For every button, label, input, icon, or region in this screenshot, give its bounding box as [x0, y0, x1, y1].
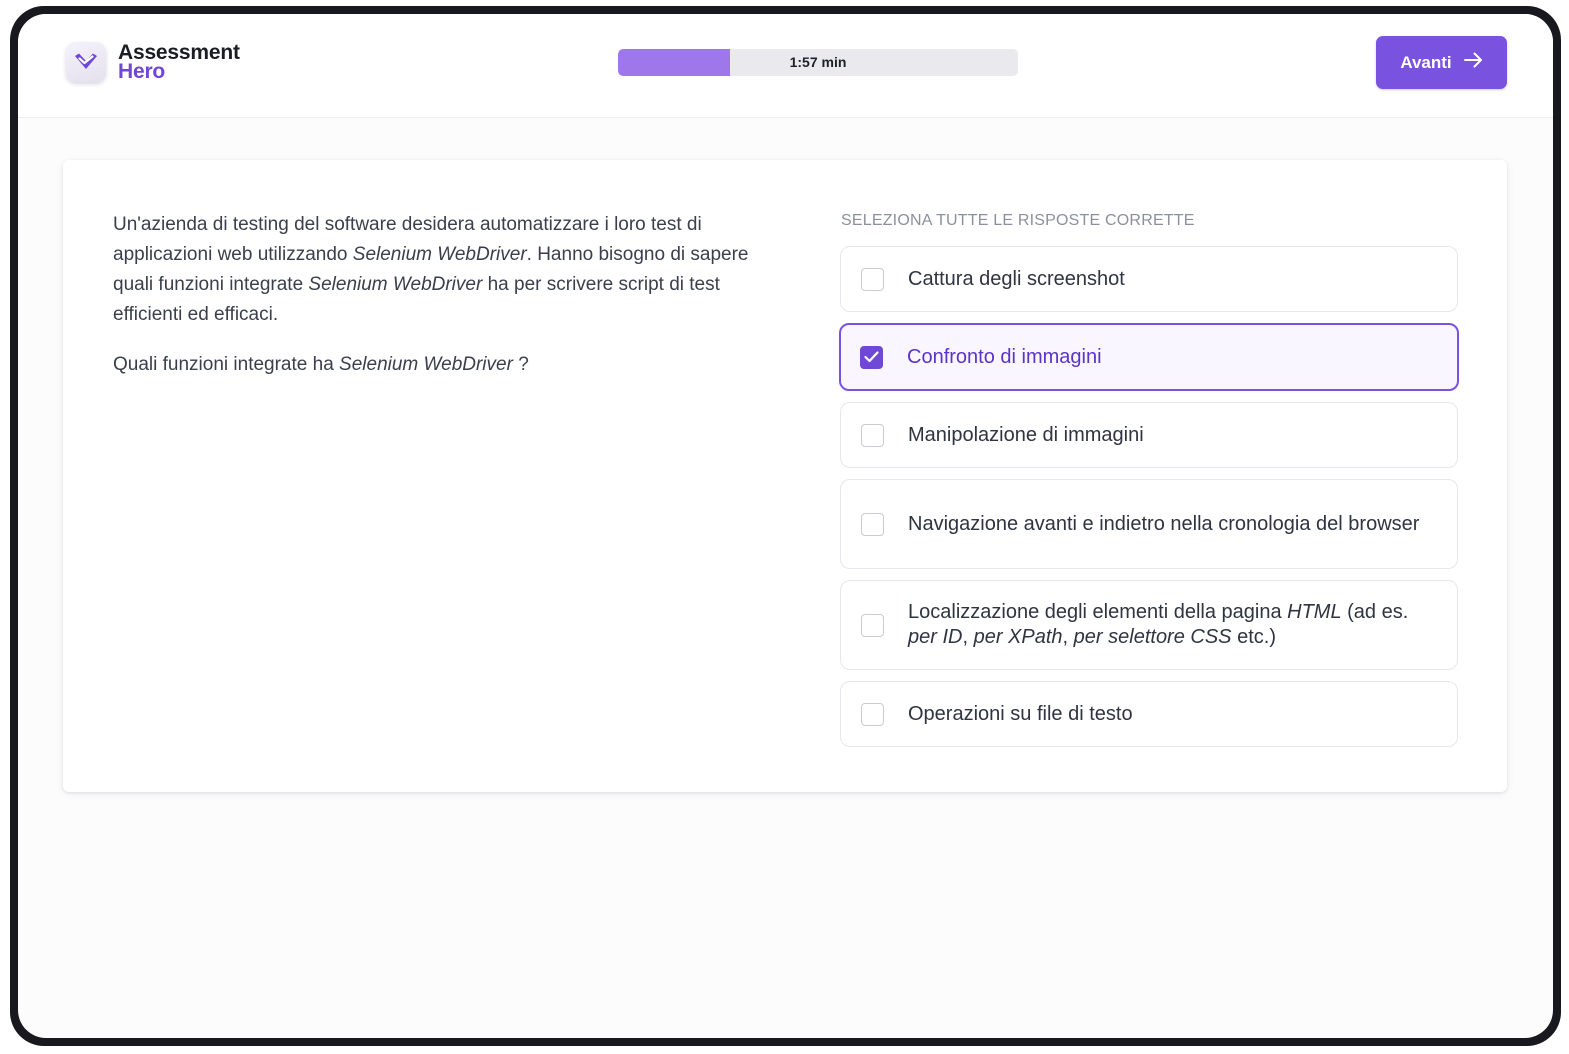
arrow-right-icon: [1463, 52, 1483, 73]
next-button-label: Avanti: [1400, 52, 1452, 72]
checkmark-icon: [864, 351, 879, 363]
answer-option-6[interactable]: Operazioni su file di testo: [840, 681, 1458, 747]
timer-progress-bar: 1:57 min: [618, 49, 1018, 76]
checkbox[interactable]: [861, 613, 884, 637]
checkbox[interactable]: [861, 267, 884, 291]
device-frame: Assessment Hero 1:57 min Avanti Un'azien: [10, 6, 1561, 1046]
checkbox[interactable]: [861, 512, 884, 536]
checkbox[interactable]: [861, 423, 884, 447]
question-prompt: Quali funzioni integrate ha Selenium Web…: [113, 354, 529, 375]
question-paragraph: Un'azienda di testing del software desid…: [113, 214, 749, 325]
answer-label: Manipolazione di immagini: [908, 423, 1144, 446]
answer-choices: Cattura degli screenshot Confronto di im…: [839, 246, 1459, 758]
answer-label: Confronto di immagini: [907, 345, 1102, 368]
answer-option-3[interactable]: Manipolazione di immagini: [840, 402, 1458, 468]
checkbox[interactable]: [861, 702, 884, 726]
answer-label: Localizzazione degli elementi della pagi…: [908, 601, 1409, 648]
answer-option-4[interactable]: Navigazione avanti e indietro nella cron…: [840, 479, 1458, 569]
answer-label: Cattura degli screenshot: [908, 267, 1125, 290]
answer-option-5[interactable]: Localizzazione degli elementi della pagi…: [840, 580, 1458, 670]
checkbox-checked[interactable]: [860, 345, 883, 369]
answer-option-2[interactable]: Confronto di immagini: [839, 323, 1459, 391]
answer-label: Navigazione avanti e indietro nella cron…: [908, 512, 1420, 535]
top-bar: Assessment Hero 1:57 min Avanti: [18, 14, 1553, 118]
app-logo[interactable]: Assessment Hero: [66, 42, 240, 82]
app-screen: Assessment Hero 1:57 min Avanti Un'azien: [18, 14, 1553, 1038]
question-text: Un'azienda di testing del software desid…: [113, 210, 753, 380]
question-card: Un'azienda di testing del software desid…: [63, 160, 1507, 792]
answer-option-1[interactable]: Cattura degli screenshot: [840, 246, 1458, 312]
answer-label: Operazioni su file di testo: [908, 702, 1133, 725]
next-button[interactable]: Avanti: [1376, 36, 1507, 89]
logo-text-hero: Hero: [118, 60, 166, 83]
choices-instruction: SELEZIONA TUTTE LE RISPOSTE CORRETTE: [841, 212, 1195, 229]
timer-label: 1:57 min: [789, 54, 847, 70]
heart-check-icon: [66, 42, 106, 82]
